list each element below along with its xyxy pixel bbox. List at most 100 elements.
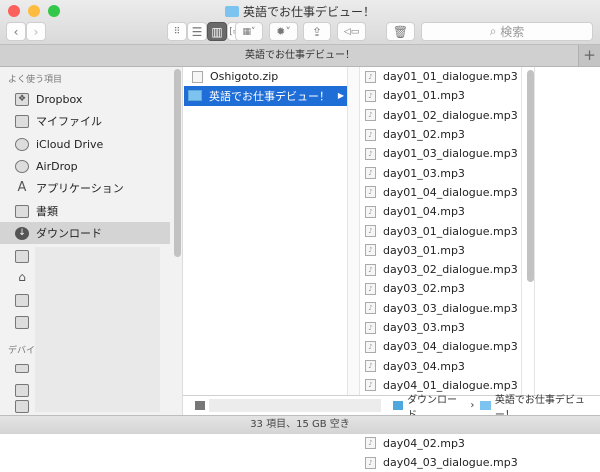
list-item[interactable]: ♪ day03_01.mp3 — [361, 241, 521, 260]
tags-button[interactable]: ◁▭ — [337, 22, 366, 41]
file-name: day03_01.mp3 — [383, 243, 465, 257]
sidebar-item-downloads[interactable]: ↓ ダウンロード — [0, 222, 170, 244]
audio-file-icon: ♪ — [365, 263, 376, 276]
audio-file-icon: ♪ — [365, 89, 376, 102]
window-title: 英語でお仕事デビュー！ — [0, 3, 600, 20]
sidebar-item-applications[interactable]: A アプリケーション — [0, 177, 170, 199]
list-item[interactable]: ♪ day03_03_dialogue.mp3 — [361, 299, 521, 318]
audio-file-icon: ♪ — [365, 456, 376, 469]
list-item[interactable]: ♪ day01_02.mp3 — [361, 125, 521, 144]
folder-icon — [188, 90, 202, 102]
list-item[interactable]: ♪ day01_03_dialogue.mp3 — [361, 144, 521, 163]
sidebar-item-label: Dropbox — [36, 92, 83, 106]
drive-icon — [195, 401, 205, 410]
list-item[interactable]: ♪ day01_01.mp3 — [361, 86, 521, 105]
audio-file-icon: ♪ — [365, 379, 376, 392]
file-name: 英語でお仕事デビュー！ — [209, 89, 330, 103]
list-item[interactable]: ♪ day04_02.mp3 — [361, 434, 521, 453]
file-name: Oshigoto.zip — [210, 70, 279, 84]
title-bar: 英語でお仕事デビュー！ ‹ › ⠿ ☰ ▥ [▭] ▦˅ ✹˅ ⇪ ◁▭ 🗑 ⌕… — [0, 0, 600, 45]
audio-file-icon: ♪ — [365, 109, 376, 122]
home-icon: ⌂ — [18, 269, 26, 284]
file-name: day01_04_dialogue.mp3 — [383, 185, 518, 199]
sidebar-item-all-files[interactable]: マイファイル — [0, 110, 170, 132]
new-tab-button[interactable]: + — [578, 45, 600, 66]
audio-file-icon: ♪ — [365, 302, 376, 315]
action-button[interactable]: ✹˅ — [269, 22, 298, 41]
search-input[interactable]: ⌕ 検索 — [421, 22, 593, 41]
list-view-button[interactable]: ☰ — [187, 22, 207, 41]
list-item[interactable]: ♪ day03_01_dialogue.mp3 — [361, 221, 521, 240]
column-resize-handle[interactable] — [347, 67, 360, 395]
audio-file-icon: ♪ — [365, 167, 376, 180]
tab-current[interactable]: 英語でお仕事デビュー！ — [245, 50, 355, 61]
sidebar-item-icloud[interactable]: iCloud Drive — [0, 133, 170, 155]
audio-file-icon: ♪ — [365, 186, 376, 199]
search-icon: ⌕ — [489, 24, 501, 38]
download-icon: ↓ — [15, 226, 29, 240]
status-bar: 33 項目、15 GB 空き — [0, 415, 600, 434]
file-name: day03_01_dialogue.mp3 — [383, 224, 518, 238]
disk-icon — [15, 383, 29, 397]
forward-button[interactable]: › — [26, 22, 46, 41]
list-item[interactable]: ♪ day01_04.mp3 — [361, 202, 521, 221]
file-name: day01_03_dialogue.mp3 — [383, 147, 518, 161]
dropbox-icon: ❖ — [15, 92, 29, 106]
file-name: day03_03.mp3 — [383, 321, 465, 334]
sidebar-item-label: ダウンロード — [36, 227, 102, 240]
arrange-button[interactable]: ▦˅ — [235, 22, 263, 41]
downloads-folder-icon — [392, 401, 404, 410]
search-placeholder: 検索 — [500, 25, 525, 39]
audio-file-icon: ♪ — [365, 340, 376, 353]
audio-file-icon: ♪ — [365, 360, 376, 373]
folder-icon — [480, 401, 491, 410]
audio-file-icon: ♪ — [365, 147, 376, 160]
file-name: day01_03.mp3 — [383, 166, 465, 180]
sidebar-item-airdrop[interactable]: AirDrop — [0, 155, 170, 177]
path-bar: ダウンロード › 英語でお仕事デビュー！ — [183, 395, 600, 421]
list-item[interactable]: ♪ day03_04.mp3 — [361, 356, 521, 375]
file-name: day04_02.mp3 — [383, 436, 465, 450]
back-button[interactable]: ‹ — [6, 22, 26, 41]
sidebar-item-documents[interactable]: 書類 — [0, 200, 170, 222]
file-name: day03_04.mp3 — [383, 359, 465, 373]
sidebar-item-label: iCloud Drive — [36, 137, 104, 151]
list-item[interactable]: ♪ day03_04_dialogue.mp3 — [361, 337, 521, 356]
zip-file-icon — [192, 70, 203, 83]
window-title-text: 英語でお仕事デビュー！ — [242, 5, 375, 19]
file-name: day01_01.mp3 — [383, 89, 465, 103]
folder-icon — [15, 315, 29, 329]
list-item[interactable]: ♪ day03_02.mp3 — [361, 279, 521, 298]
disk-icon — [15, 399, 29, 413]
list-item[interactable]: ♪ day03_03.mp3 — [361, 318, 521, 337]
sidebar-item-label: AirDrop — [36, 159, 78, 173]
sidebar-item-dropbox[interactable]: ❖ Dropbox — [0, 88, 170, 110]
file-name: day03_02_dialogue.mp3 — [383, 263, 518, 277]
all-files-icon — [15, 114, 29, 128]
sidebar-scrollbar[interactable] — [174, 69, 181, 257]
column-resize-handle[interactable] — [521, 67, 535, 395]
audio-file-icon: ♪ — [365, 282, 376, 295]
list-item[interactable]: ♪ day01_03.mp3 — [361, 163, 521, 182]
list-item[interactable]: ♪ day04_03_dialogue.mp3 — [361, 453, 521, 472]
file-name: day01_01_dialogue.mp3 — [383, 70, 518, 84]
list-item[interactable]: ♪ day03_02_dialogue.mp3 — [361, 260, 521, 279]
icon-view-button[interactable]: ⠿ — [167, 22, 187, 41]
list-item[interactable]: Oshigoto.zip — [184, 67, 347, 86]
list-item[interactable]: ♪ day01_01_dialogue.mp3 — [361, 67, 521, 86]
folder-icon — [15, 293, 29, 307]
list-item-selected-folder[interactable]: 英語でお仕事デビュー！ ▶ — [184, 86, 347, 106]
redacted-area — [35, 247, 160, 412]
audio-file-icon: ♪ — [365, 205, 376, 218]
list-item[interactable]: ♪ day01_02_dialogue.mp3 — [361, 106, 521, 125]
list-item[interactable]: ♪ day01_04_dialogue.mp3 — [361, 183, 521, 202]
share-button[interactable]: ⇪ — [303, 22, 331, 41]
file-name: day01_02.mp3 — [383, 128, 465, 142]
audio-file-icon: ♪ — [365, 70, 376, 83]
audio-file-icon: ♪ — [365, 128, 376, 141]
file-name: day01_02_dialogue.mp3 — [383, 108, 518, 122]
file-name: day03_03_dialogue.mp3 — [383, 301, 518, 315]
drive-icon — [15, 249, 29, 263]
delete-button[interactable]: 🗑 — [386, 22, 415, 41]
column-view-button[interactable]: ▥ — [207, 22, 227, 41]
